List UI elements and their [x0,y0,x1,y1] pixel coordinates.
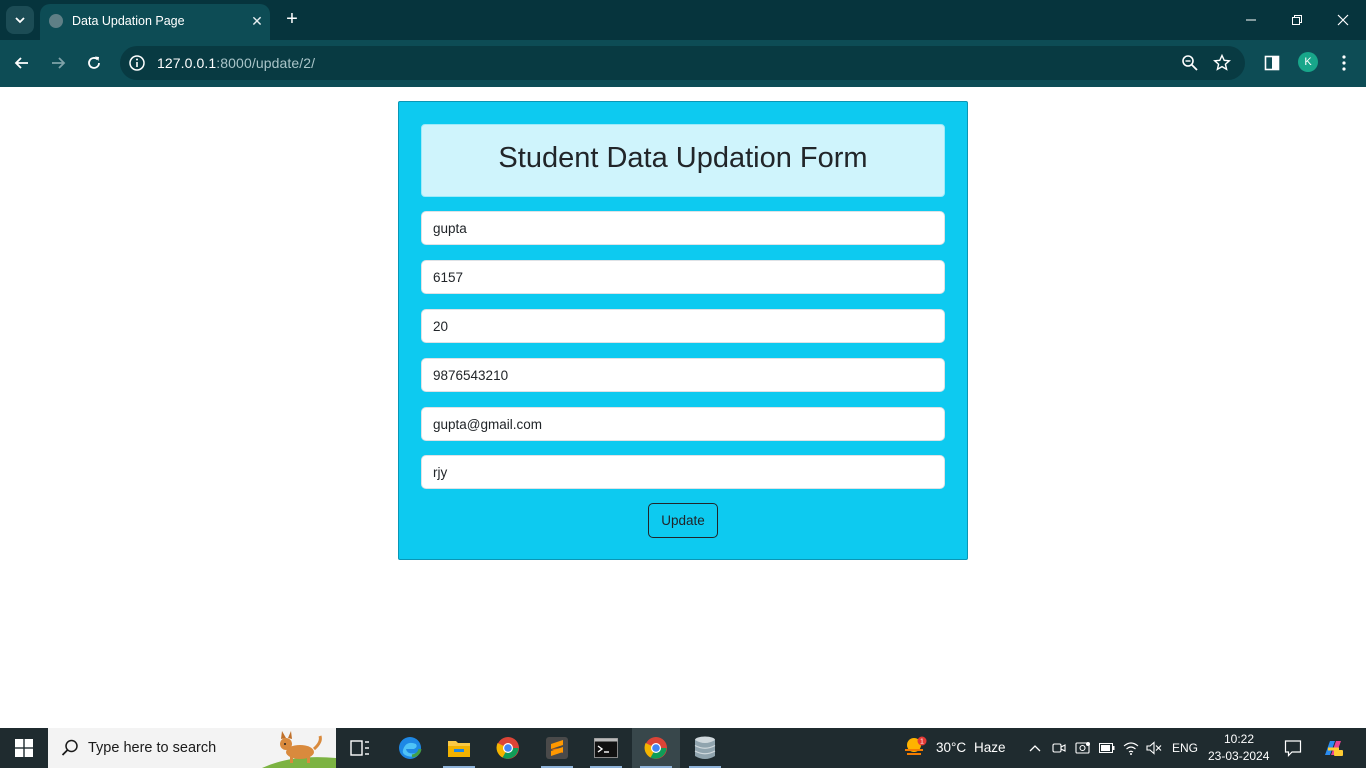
screen-capture-icon [1075,742,1090,754]
url-text[interactable]: 127.0.0.1:8000/update/2/ [157,55,315,71]
task-view-button[interactable] [336,728,384,768]
phone-field[interactable] [421,358,945,392]
name-field[interactable] [421,211,945,245]
folder-icon [448,741,470,757]
taskbar-app-edge[interactable] [386,728,434,768]
edge-icon [399,737,422,759]
zoom-icon[interactable] [1181,54,1199,72]
taskbar-app-terminal[interactable] [582,728,630,768]
battery-icon [1099,743,1115,753]
reload-button[interactable] [81,50,107,76]
bookmark-star-icon[interactable] [1213,54,1231,72]
side-panel-icon [1264,55,1280,71]
clock-time[interactable]: 10:22 [1224,732,1254,746]
search-placeholder: Type here to search [88,740,217,756]
notification-icon [1284,740,1302,757]
wifi-icon [1123,742,1139,755]
reload-icon [88,56,100,69]
roll-number-field[interactable] [421,260,945,294]
show-hidden-icons-button[interactable] [1027,740,1043,756]
weather-temperature[interactable]: 30°C [936,740,966,755]
weather-alert-badge: 1 [920,739,924,746]
taskbar-app-chrome[interactable] [484,728,532,768]
taskbar-app-database[interactable] [681,728,729,768]
chrome-icon [496,737,519,759]
close-tab-icon[interactable]: ✕ [248,12,266,30]
update-button[interactable]: Update [648,503,718,538]
browser-tab[interactable]: Data Updation Page ✕ [40,4,270,40]
search-icon [61,739,78,756]
taskbar-app-sublime-text[interactable] [533,728,581,768]
page-title: Student Data Updation Form [498,142,868,174]
profile-avatar[interactable]: K [1298,52,1318,72]
forward-button[interactable] [45,50,71,76]
taskbar-app-file-explorer[interactable] [435,728,483,768]
weather-haze-icon[interactable]: 1 [903,736,927,758]
meet-now-button[interactable] [1051,740,1067,756]
restore-icon [1292,15,1302,25]
close-icon [1337,14,1349,26]
close-window-button[interactable] [1331,9,1355,31]
notification-center-button[interactable] [1284,739,1302,757]
browser-menu-button[interactable] [1333,52,1355,74]
taskbar: Type here to search 1 30°C Haze ENG 10:2… [0,728,1366,768]
sublime-text-icon [546,737,568,759]
minimize-button[interactable] [1239,9,1263,31]
battery-status[interactable] [1099,740,1115,756]
tab-title: Data Updation Page [72,14,185,28]
copilot-button[interactable] [1322,738,1344,758]
info-icon[interactable] [128,54,146,72]
volume-control[interactable] [1146,740,1162,756]
url-host: 127.0.0.1 [157,55,217,71]
search-highlight-dog-icon [262,731,336,768]
minimize-icon [1246,19,1256,21]
start-button[interactable] [0,728,48,768]
arrow-left-icon [14,57,28,69]
new-tab-button[interactable]: + [281,8,303,32]
more-vertical-icon [1342,55,1346,71]
taskbar-search[interactable]: Type here to search [48,728,336,768]
tab-search-button[interactable] [6,6,34,34]
input-language[interactable]: ENG [1172,741,1198,755]
clock-date[interactable]: 23-03-2024 [1208,749,1269,763]
update-form-card: Student Data Updation Form Update [398,101,968,560]
windows-logo-icon [15,739,33,757]
weather-description[interactable]: Haze [974,740,1006,755]
address-bar[interactable]: 127.0.0.1:8000/update/2/ [120,46,1245,80]
terminal-icon [594,738,618,758]
url-path: :8000/update/2/ [216,55,316,71]
network-status[interactable] [1123,740,1139,756]
chrome-icon [644,737,667,759]
taskbar-app-chrome-active[interactable] [632,728,680,768]
back-button[interactable] [9,50,35,76]
chevron-up-icon [1029,745,1041,752]
side-panel-button[interactable] [1261,52,1283,74]
form-heading-box: Student Data Updation Form [421,124,945,197]
database-icon [694,736,716,759]
globe-icon [49,14,63,28]
chevron-down-icon [15,17,25,24]
email-field[interactable] [421,407,945,441]
task-view-icon [350,740,369,756]
restore-button[interactable] [1285,9,1309,31]
arrow-right-icon [52,57,66,69]
age-field[interactable] [421,309,945,343]
volume-muted-icon [1146,741,1162,755]
copilot-icon [1325,741,1343,756]
camera-icon [1052,743,1066,753]
city-field[interactable] [421,455,945,489]
browser-toolbar: 127.0.0.1:8000/update/2/ K [0,40,1366,87]
screen-capture-button[interactable] [1075,740,1091,756]
browser-tab-bar: Data Updation Page ✕ + [0,0,1366,40]
